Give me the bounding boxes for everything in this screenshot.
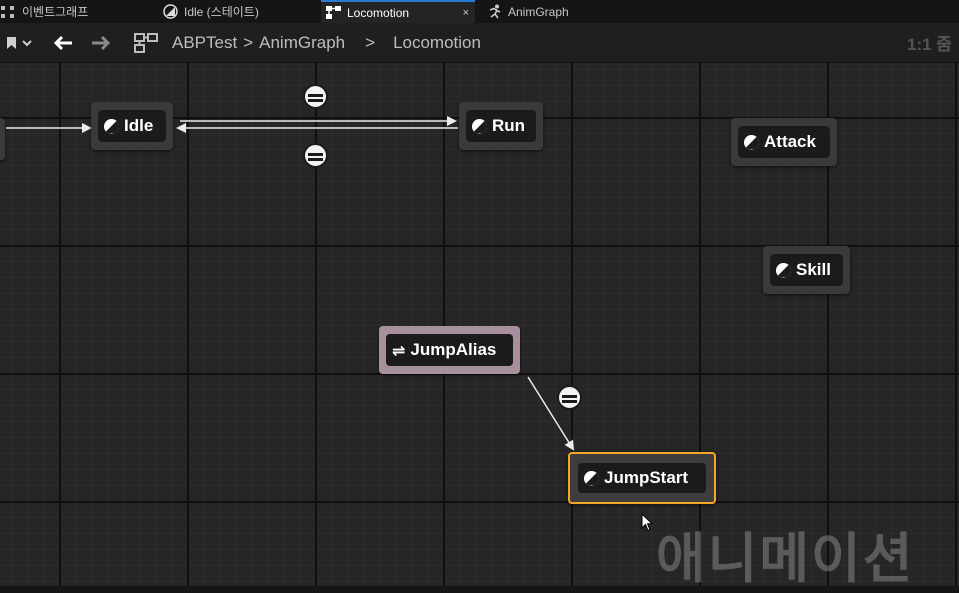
state-alias-node-jumpalias[interactable]: ⇌ JumpAlias xyxy=(379,326,520,374)
state-node-label: Skill xyxy=(796,260,831,279)
forward-button[interactable] xyxy=(84,23,118,62)
state-icon xyxy=(584,470,599,486)
graph-toolbar: ABPTest > AnimGraph > Locomotion 1:1 줌 xyxy=(0,23,959,63)
close-icon[interactable]: × xyxy=(463,7,469,19)
transition-rule-icon[interactable] xyxy=(557,385,582,410)
state-machine-icon xyxy=(325,5,341,21)
breadcrumb-separator: > xyxy=(243,32,254,52)
state-node-run[interactable]: Run xyxy=(459,102,543,150)
state-node-label: JumpStart xyxy=(604,468,689,487)
breadcrumb-item-animgraph[interactable]: AnimGraph xyxy=(259,33,345,53)
tab-anim-graph[interactable]: AnimGraph xyxy=(486,0,606,23)
arrow-right-icon xyxy=(92,35,111,50)
transition-rule-icon[interactable] xyxy=(303,143,328,168)
state-machine-icon xyxy=(134,32,158,53)
bookmark-menu-button[interactable] xyxy=(2,23,38,62)
state-node-attack[interactable]: Attack xyxy=(731,118,837,166)
state-node-label: Idle xyxy=(124,116,154,135)
alias-icon: ⇌ xyxy=(392,340,406,360)
mouse-cursor-icon xyxy=(641,513,653,532)
entry-node[interactable] xyxy=(0,118,5,160)
tab-locomotion[interactable]: Locomotion × xyxy=(321,0,475,23)
state-icon xyxy=(776,262,791,278)
state-node-label: Run xyxy=(492,116,526,135)
running-man-icon xyxy=(486,4,502,20)
arrow-left-icon xyxy=(53,35,72,50)
graph-type-button[interactable] xyxy=(128,23,164,62)
zoom-level: 1:1 줌 xyxy=(907,35,952,54)
tab-event-graph[interactable]: 이벤트그래프 xyxy=(0,0,150,23)
breadcrumb-item-abptest[interactable]: ABPTest xyxy=(172,33,237,53)
tab-label: 이벤트그래프 xyxy=(22,5,89,19)
bookmark-icon xyxy=(7,36,32,49)
state-icon xyxy=(162,4,178,20)
tab-label: AnimGraph xyxy=(508,4,569,19)
tab-label: Locomotion xyxy=(347,5,410,20)
graph-icon xyxy=(0,4,16,20)
breadcrumb: ABPTest > AnimGraph > Locomotion xyxy=(172,23,481,62)
tab-bar: 이벤트그래프 Idle (스테이트) Locomotion × AnimGrap… xyxy=(0,0,959,23)
state-node-jumpstart[interactable]: JumpStart xyxy=(568,452,716,504)
tab-label: Idle (스테이트) xyxy=(184,5,259,19)
breadcrumb-separator: > xyxy=(365,32,376,52)
state-node-idle[interactable]: Idle xyxy=(91,102,173,150)
state-node-label: Attack xyxy=(764,132,816,151)
state-node-skill[interactable]: Skill xyxy=(763,246,850,294)
state-node-label: JumpAlias xyxy=(410,340,497,359)
back-button[interactable] xyxy=(46,23,80,62)
graph-watermark: 애니메이션 xyxy=(656,527,915,590)
state-icon xyxy=(472,118,487,134)
breadcrumb-item-locomotion[interactable]: Locomotion xyxy=(393,33,481,53)
state-icon xyxy=(104,118,119,134)
state-icon xyxy=(744,134,759,150)
transition-rule-icon[interactable] xyxy=(303,84,328,109)
tab-idle-state[interactable]: Idle (스테이트) xyxy=(162,0,317,23)
